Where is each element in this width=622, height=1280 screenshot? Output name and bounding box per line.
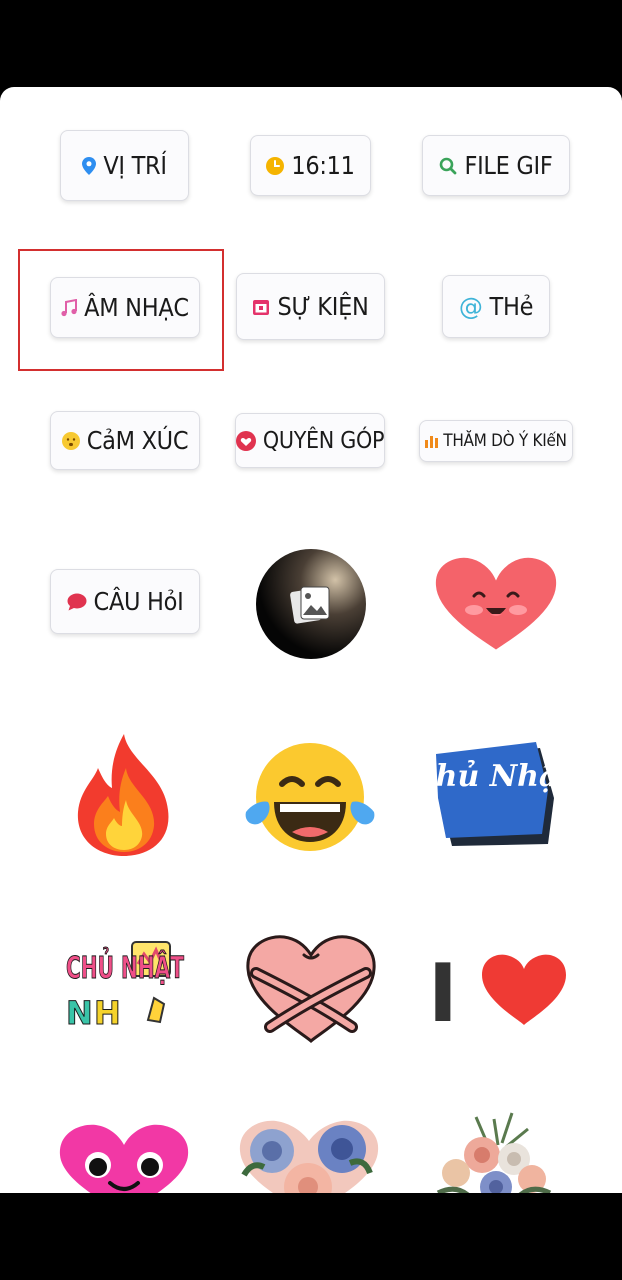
emoji-slider-sticker-button[interactable]: CảM XÚC <box>50 411 200 470</box>
event-sticker-button[interactable]: SỰ KIỆN <box>236 273 385 340</box>
location-sticker-button[interactable]: VỊ TRÍ <box>60 130 189 201</box>
mention-label: THẻ <box>489 292 534 321</box>
smiling-heart-sticker[interactable] <box>430 552 562 657</box>
pink-heart-face-sticker[interactable] <box>58 1123 190 1193</box>
i-letter: I <box>428 951 458 1029</box>
donation-sticker-button[interactable]: QUYÊN GÓP <box>235 413 385 468</box>
bar-chart-icon <box>425 434 439 448</box>
svg-text:H: H <box>94 994 121 1032</box>
location-label: VỊ TRÍ <box>103 151 167 180</box>
question-sticker-button[interactable]: CÂU HỏI <box>50 569 200 634</box>
gif-label: FILE GIF <box>464 151 553 180</box>
flower-bouquet-sticker[interactable] <box>432 1109 556 1193</box>
time-label: 16:11 <box>291 151 355 180</box>
music-label: ÂM NHẠC <box>84 293 189 322</box>
search-icon <box>439 157 457 175</box>
chu-nhat-text: Chủ Nhật <box>432 759 562 794</box>
camera-roll-sticker[interactable] <box>256 549 366 659</box>
speech-bubble-icon <box>67 593 87 611</box>
poll-sticker-button[interactable]: THĂM DÒ Ý KIếN <box>419 420 573 462</box>
flower-heart-sticker[interactable] <box>236 1115 382 1193</box>
event-label: SỰ KIỆN <box>277 292 369 321</box>
bottom-navigation-bar <box>0 1193 622 1280</box>
poll-label: THĂM DÒ Ý KIếN <box>443 431 567 451</box>
donation-heart-icon <box>235 430 256 451</box>
time-sticker-button[interactable]: 16:11 <box>250 135 371 196</box>
location-pin-icon <box>82 156 97 175</box>
mention-sticker-button[interactable]: @ THẻ <box>442 275 550 338</box>
sticker-tray: VỊ TRÍ 16:11 FILE GIF ÂM NHẠC SỰ KIỆN @ … <box>0 87 622 1193</box>
at-sign-icon: @ <box>458 292 483 321</box>
laughing-tears-emoji-sticker[interactable] <box>244 740 376 854</box>
svg-text:N: N <box>66 994 93 1032</box>
calendar-icon <box>252 298 270 316</box>
clock-icon <box>266 156 285 175</box>
i-love-sticker[interactable]: I <box>428 951 566 1029</box>
donation-label: QUYÊN GÓP <box>262 427 385 454</box>
chu-nhat-lettering-sticker[interactable]: Chủ Nhật <box>432 740 562 850</box>
emoji-slider-label: CảM XÚC <box>86 426 189 455</box>
gif-sticker-button[interactable]: FILE GIF <box>422 135 570 196</box>
question-label: CÂU HỏI <box>93 587 184 616</box>
fire-sticker[interactable] <box>68 730 180 860</box>
emoji-face-icon <box>61 431 80 450</box>
chu-nhat-colorful-text: CHỦ NHẬT <box>66 946 184 986</box>
chu-nhat-colorful-sticker[interactable]: CHỦ NHẬT N H <box>62 938 188 1038</box>
music-sticker-button[interactable]: ÂM NHẠC <box>50 277 200 338</box>
self-hug-heart-sticker[interactable] <box>244 933 378 1045</box>
music-note-icon <box>61 298 78 317</box>
